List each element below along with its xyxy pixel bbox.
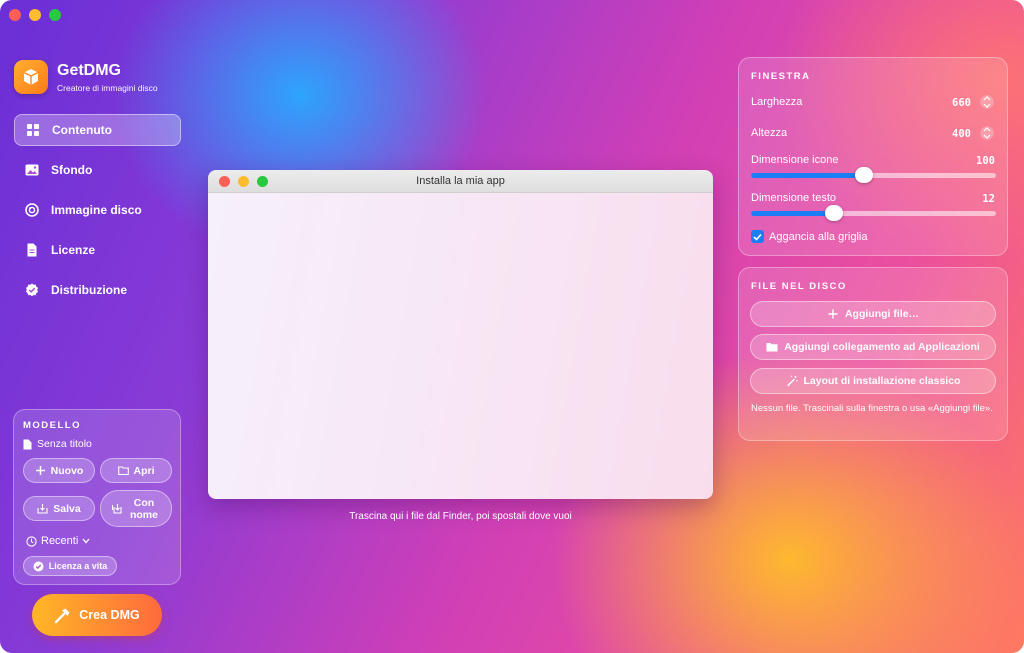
app-name: GetDMG: [57, 61, 121, 79]
text-size-slider-fill: [751, 211, 835, 216]
sidebar-item-label: Distribuzione: [51, 283, 128, 297]
chevron-down-icon: [82, 538, 90, 544]
preview-titlebar: Installa la mia app: [208, 170, 713, 193]
disc-icon: [25, 203, 39, 217]
recents-label: Recenti: [41, 535, 79, 547]
window-controls: [9, 9, 61, 21]
preview-window-controls: [219, 176, 268, 187]
folder-icon: [117, 466, 129, 476]
sidebar-item-label: Immagine disco: [51, 203, 142, 217]
add-files-button[interactable]: Aggiungi file…: [750, 301, 996, 327]
model-title: MODELLO: [23, 420, 81, 431]
image-icon: [25, 164, 39, 176]
app-subtitle: Creatore di immagini disco: [57, 82, 158, 93]
width-stepper[interactable]: [980, 92, 994, 112]
text-size-label: Dimensione testo: [751, 192, 836, 204]
preview-close-dot: [219, 176, 230, 187]
sidebar-item-immagine-disco[interactable]: Immagine disco: [14, 194, 181, 226]
clock-icon: [26, 535, 37, 547]
save-as-button-label: Con nome: [129, 496, 158, 521]
height-value[interactable]: 400: [952, 128, 971, 140]
checkbox-checked-icon: [751, 230, 764, 243]
sidebar-item-label: Licenze: [51, 243, 96, 257]
preview-minimize-dot: [238, 176, 249, 187]
recents-menu[interactable]: Recenti: [26, 535, 90, 547]
snap-to-grid-checkbox[interactable]: Aggancia alla griglia: [751, 230, 867, 243]
add-files-label: Aggiungi file…: [844, 308, 920, 320]
app-brand: GetDMG Creatore di immagini disco: [14, 60, 158, 94]
sidebar-item-label: Sfondo: [51, 163, 93, 177]
classic-layout-button[interactable]: Layout di installazione classico: [750, 368, 996, 394]
text-size-slider-knob[interactable]: [825, 205, 844, 221]
preview-window-title: Installa la mia app: [416, 175, 505, 187]
snap-to-grid-label: Aggancia alla griglia: [769, 230, 868, 243]
icon-size-slider-fill: [751, 173, 864, 178]
disk-files-panel: FILE NEL DISCO Aggiungi file… Aggiungi c…: [738, 267, 1008, 441]
icon-size-label: Dimensione icone: [751, 154, 839, 166]
icon-size-slider-knob[interactable]: [854, 167, 873, 183]
preview-drop-area[interactable]: [208, 193, 713, 499]
plus-icon: [35, 466, 45, 475]
create-dmg-button[interactable]: Crea DMG: [32, 594, 162, 636]
app-window: GetDMG Creatore di immagini disco Conten…: [0, 0, 1024, 653]
save-as-icon: [112, 504, 122, 514]
package-icon: [14, 60, 48, 94]
add-applications-link-button[interactable]: Aggiungi collegamento ad Applicazioni: [750, 334, 996, 360]
grid-icon: [27, 124, 39, 136]
open-button-label: Apri: [133, 464, 155, 477]
model-doc-name: Senza titolo: [23, 438, 92, 450]
license-badge-label: Licenza a vita: [48, 561, 108, 571]
classic-layout-label: Layout di installazione classico: [803, 375, 961, 387]
close-window-button[interactable]: [9, 9, 21, 21]
model-panel: MODELLO Senza titolo Nuovo Apri Salva Co…: [13, 409, 181, 585]
plus-icon: [828, 309, 838, 319]
icon-size-slider[interactable]: [751, 167, 996, 183]
seal-check-icon: [33, 561, 44, 571]
minimize-window-button[interactable]: [29, 9, 41, 21]
zoom-window-button[interactable]: [49, 9, 61, 21]
width-label: Larghezza: [751, 96, 803, 108]
new-button[interactable]: Nuovo: [23, 458, 95, 483]
lifetime-license-badge: Licenza a vita: [23, 556, 117, 576]
sidebar-item-licenze[interactable]: Licenze: [14, 234, 181, 266]
document-icon: [27, 243, 37, 257]
save-as-button[interactable]: Con nome: [100, 490, 172, 527]
sidebar-nav: Contenuto Sfondo Immagine disco Licenze …: [14, 114, 181, 314]
seal-check-icon: [26, 283, 38, 297]
sidebar-item-distribuzione[interactable]: Distribuzione: [14, 274, 181, 306]
add-applications-link-label: Aggiungi collegamento ad Applicazioni: [784, 341, 980, 353]
hammer-icon: [55, 608, 70, 623]
window-settings-panel: FINESTRA Larghezza 660 Altezza 400 Dimen…: [738, 57, 1008, 256]
document-icon: [23, 439, 32, 449]
window-panel-title: FINESTRA: [751, 71, 811, 82]
files-panel-title: FILE NEL DISCO: [751, 281, 847, 292]
text-size-value: 12: [982, 193, 995, 205]
document-name: Senza titolo: [37, 438, 92, 450]
save-button[interactable]: Salva: [23, 496, 95, 521]
text-size-slider[interactable]: [751, 205, 996, 221]
dmg-window-preview[interactable]: Installa la mia app: [208, 170, 713, 499]
height-label: Altezza: [751, 127, 788, 139]
height-stepper[interactable]: [980, 123, 994, 143]
empty-files-note: Nessun file. Trascinali sulla finestra o…: [751, 403, 993, 414]
save-tray-icon: [37, 504, 48, 514]
drop-hint: Trascina qui i file dal Finder, poi spos…: [349, 511, 572, 522]
sidebar-item-label: Contenuto: [52, 123, 112, 137]
magic-wand-icon: [786, 375, 798, 387]
open-button[interactable]: Apri: [100, 458, 172, 483]
sidebar-item-contenuto[interactable]: Contenuto: [14, 114, 181, 146]
sidebar-item-sfondo[interactable]: Sfondo: [14, 154, 181, 186]
folder-icon: [766, 343, 778, 352]
save-button-label: Salva: [53, 502, 81, 515]
width-value[interactable]: 660: [952, 97, 971, 109]
create-dmg-label: Crea DMG: [79, 608, 140, 622]
preview-zoom-dot: [257, 176, 268, 187]
new-button-label: Nuovo: [50, 464, 84, 477]
icon-size-value: 100: [976, 155, 995, 167]
